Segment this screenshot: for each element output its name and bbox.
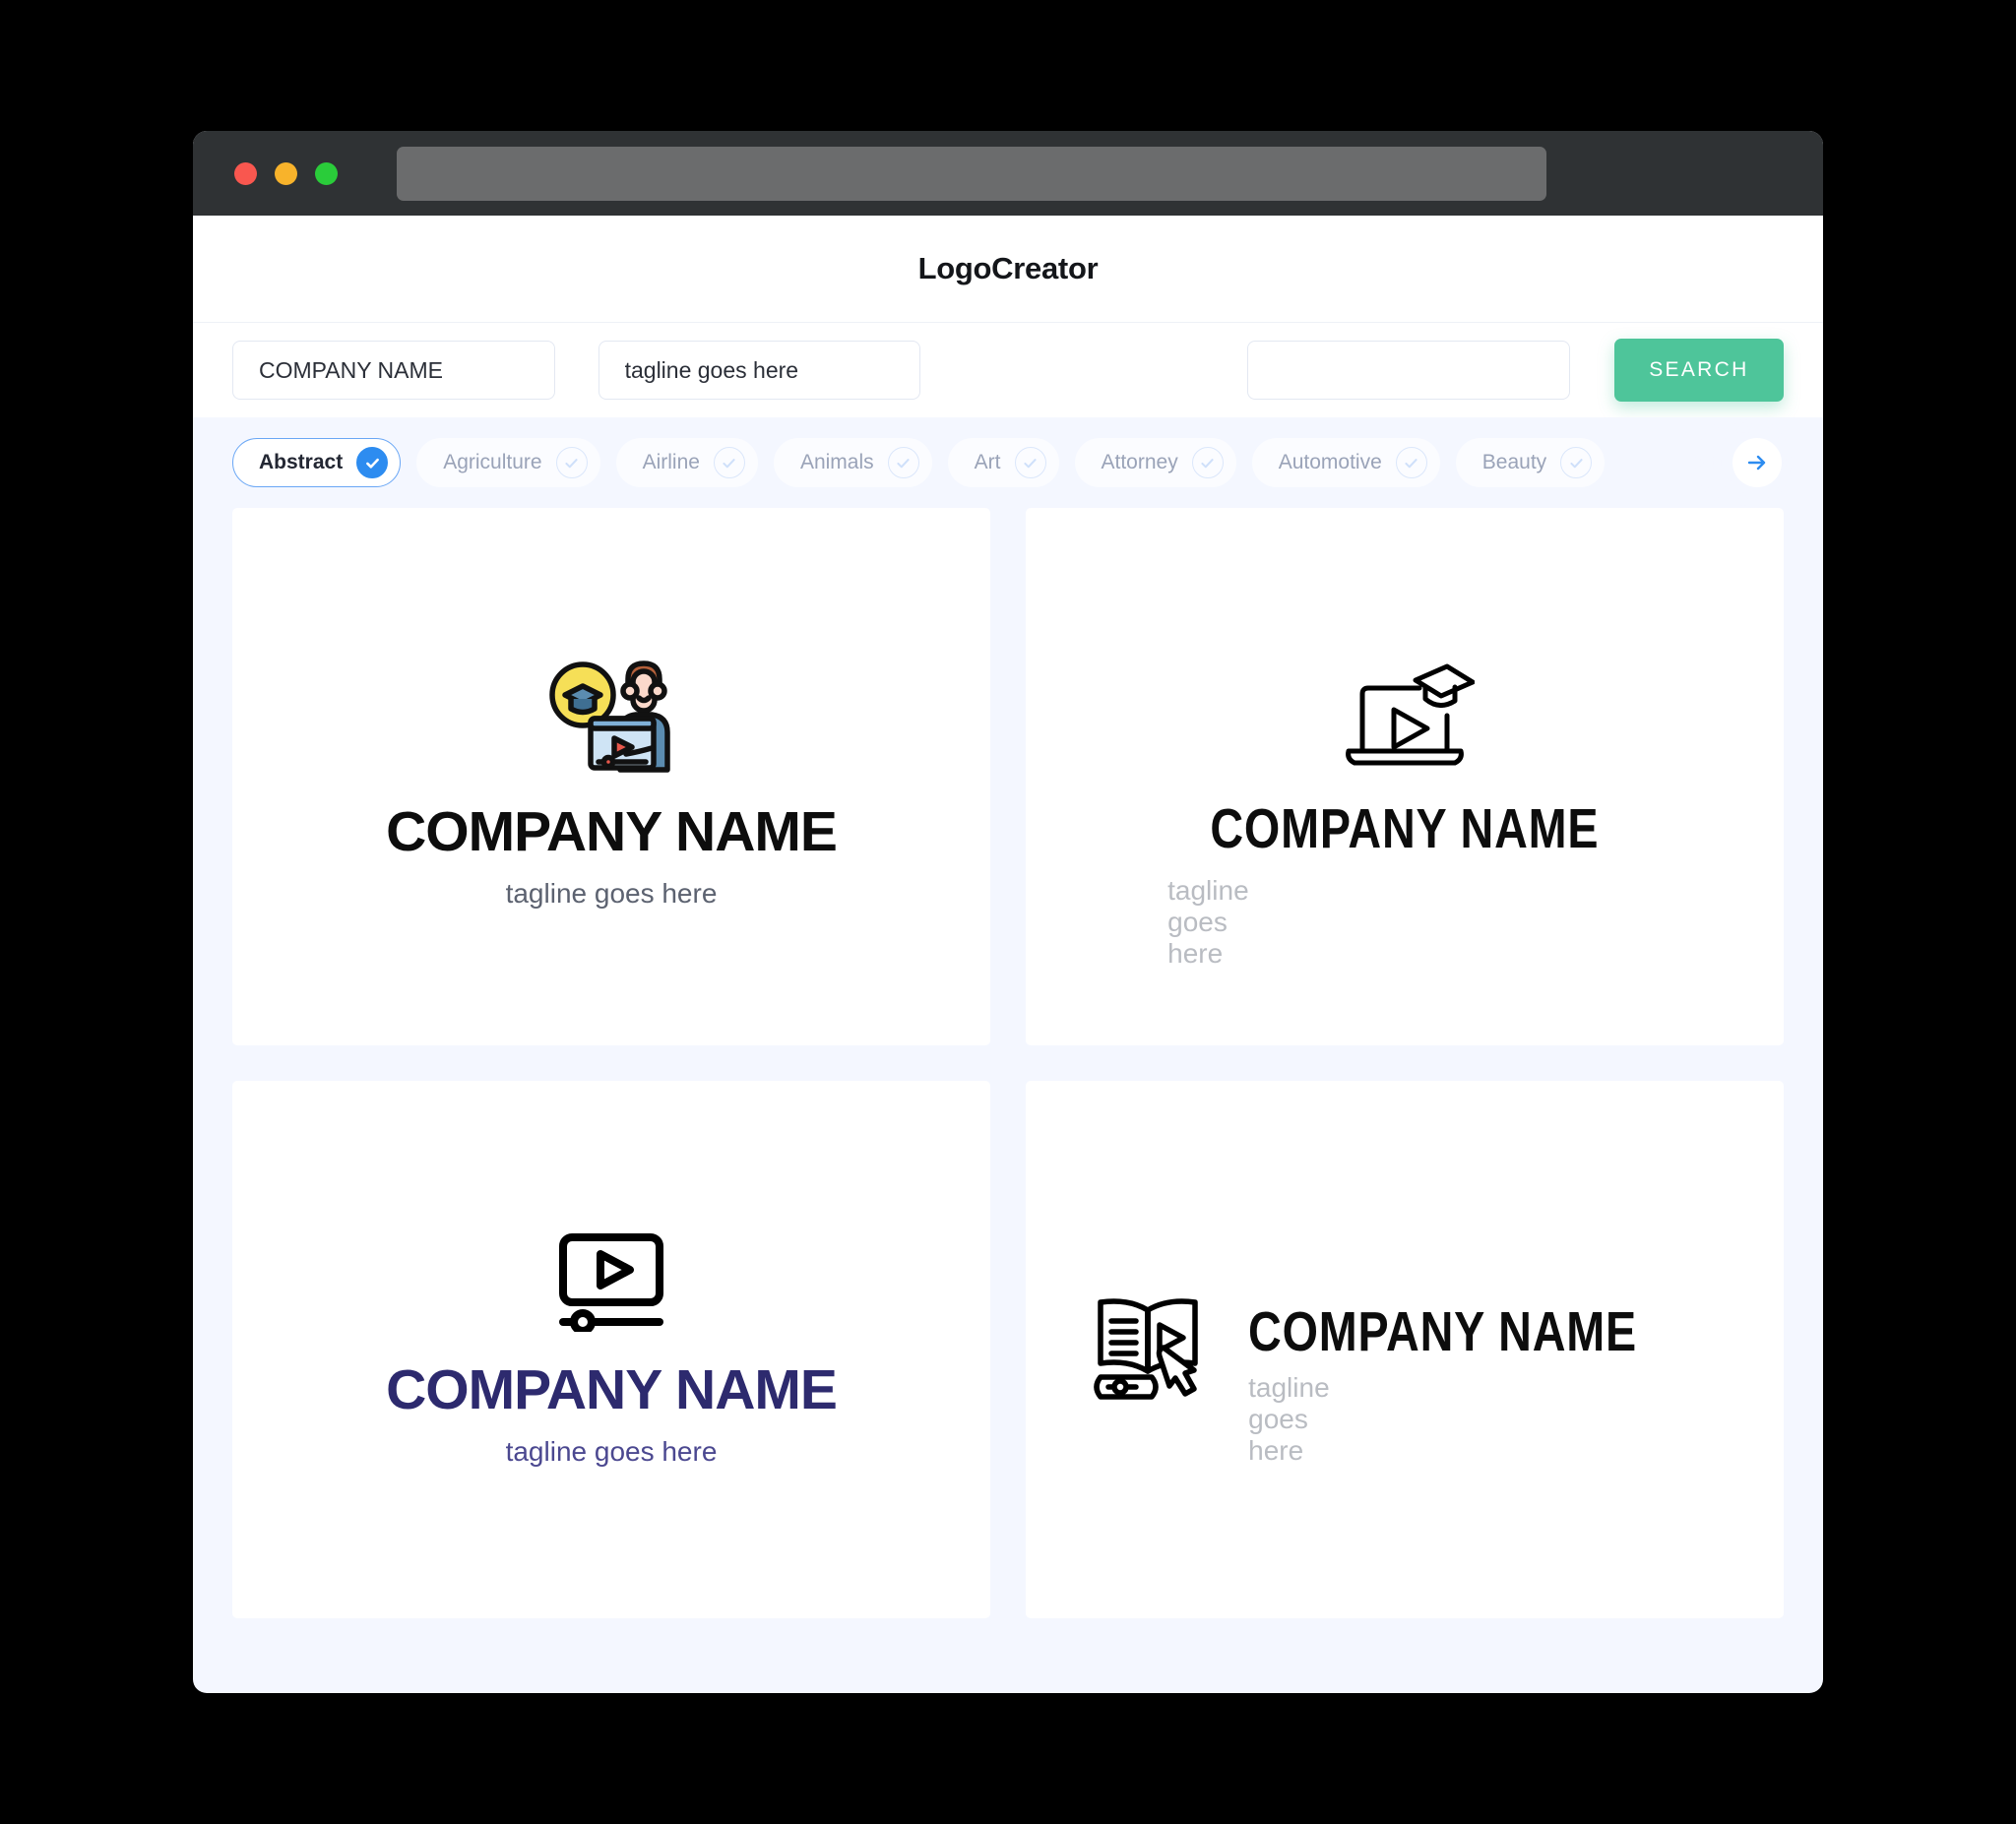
- traffic-lights: [234, 161, 338, 185]
- category-chip-label: Abstract: [259, 451, 344, 473]
- category-chip-animals[interactable]: Animals: [773, 438, 932, 487]
- search-button[interactable]: SEARCH: [1613, 339, 1784, 402]
- logo-tagline: tagline goes here: [1167, 874, 1249, 969]
- logo-company-name: COMPANY NAME: [386, 800, 838, 863]
- tagline-value: tagline goes here: [624, 356, 799, 383]
- laptop-play-graduation-cap-icon: [1335, 657, 1476, 776]
- logo-company-name: COMPANY NAME: [386, 1358, 838, 1421]
- browser-chrome: [193, 131, 1823, 216]
- check-icon: [887, 447, 919, 478]
- category-chip-automotive[interactable]: Automotive: [1251, 438, 1440, 487]
- video-player-progress-icon: [555, 1231, 667, 1337]
- maximize-window-button[interactable]: [315, 161, 338, 185]
- category-chip-label: Airline: [642, 451, 700, 473]
- category-chip-label: Animals: [799, 451, 874, 473]
- logo-company-name: COMPANY NAME: [1210, 796, 1600, 860]
- category-chip-label: Beauty: [1481, 451, 1547, 473]
- category-chip-art[interactable]: Art: [947, 438, 1059, 487]
- categories-next-button[interactable]: [1732, 438, 1782, 487]
- category-chip-airline[interactable]: Airline: [615, 438, 758, 487]
- arrow-right-icon: [1747, 455, 1766, 471]
- check-icon: [1560, 447, 1593, 478]
- logo-company-name: COMPANY NAME: [1248, 1300, 1638, 1363]
- search-toolbar: COMPANY NAME tagline goes here SEARCH: [193, 322, 1823, 417]
- logo-tagline: tagline goes here: [505, 878, 718, 909]
- category-chip-beauty[interactable]: Beauty: [1455, 438, 1606, 487]
- browser-window: LogoCreator COMPANY NAME tagline goes he…: [193, 131, 1823, 1693]
- check-icon: [555, 447, 588, 478]
- category-filter-bar: Abstract Agriculture Airline Animals Art: [193, 417, 1823, 508]
- category-chip-abstract[interactable]: Abstract: [232, 438, 402, 487]
- logo-card[interactable]: COMPANY NAME tagline goes here: [1026, 1081, 1784, 1618]
- logo-text-block: COMPANY NAME tagline goes here: [386, 800, 838, 910]
- check-icon: [1014, 447, 1046, 478]
- app-header: LogoCreator: [193, 216, 1823, 322]
- category-chip-label: Agriculture: [443, 451, 542, 473]
- check-icon: [356, 447, 389, 478]
- keyword-input[interactable]: [1247, 341, 1570, 400]
- page-title: LogoCreator: [917, 251, 1099, 285]
- open-book-play-cursor-icon: [1087, 1290, 1213, 1410]
- category-chip-label: Attorney: [1101, 451, 1178, 473]
- category-chip-label: Automotive: [1278, 451, 1382, 473]
- company-name-value: COMPANY NAME: [259, 356, 444, 383]
- minimize-window-button[interactable]: [275, 161, 297, 185]
- close-window-button[interactable]: [234, 161, 257, 185]
- logo-card[interactable]: COMPANY NAME tagline goes here: [232, 1081, 990, 1618]
- person-graduation-video-illustration: [537, 644, 685, 779]
- category-chip-label: Art: [974, 451, 1001, 473]
- logo-tagline: tagline goes here: [1248, 1372, 1330, 1466]
- logo-text-block: COMPANY NAME tagline goes here: [386, 1358, 838, 1468]
- company-name-input[interactable]: COMPANY NAME: [232, 341, 555, 400]
- check-icon: [1191, 447, 1224, 478]
- logo-card[interactable]: COMPANY NAME tagline goes here: [232, 508, 990, 1045]
- category-chip-agriculture[interactable]: Agriculture: [416, 438, 600, 487]
- logo-tagline: tagline goes here: [505, 1436, 718, 1467]
- category-chip-attorney[interactable]: Attorney: [1074, 438, 1236, 487]
- check-icon: [713, 447, 745, 478]
- logo-text-block: COMPANY NAME tagline goes here: [1167, 796, 1642, 969]
- logo-card[interactable]: COMPANY NAME tagline goes here: [1026, 508, 1784, 1045]
- tagline-input[interactable]: tagline goes here: [598, 341, 921, 400]
- logo-results-grid: COMPANY NAME tagline goes here COMPANY N…: [193, 508, 1823, 1658]
- url-bar[interactable]: [397, 146, 1546, 201]
- check-icon: [1395, 447, 1427, 478]
- logo-text-block: COMPANY NAME tagline goes here: [1248, 1300, 1723, 1467]
